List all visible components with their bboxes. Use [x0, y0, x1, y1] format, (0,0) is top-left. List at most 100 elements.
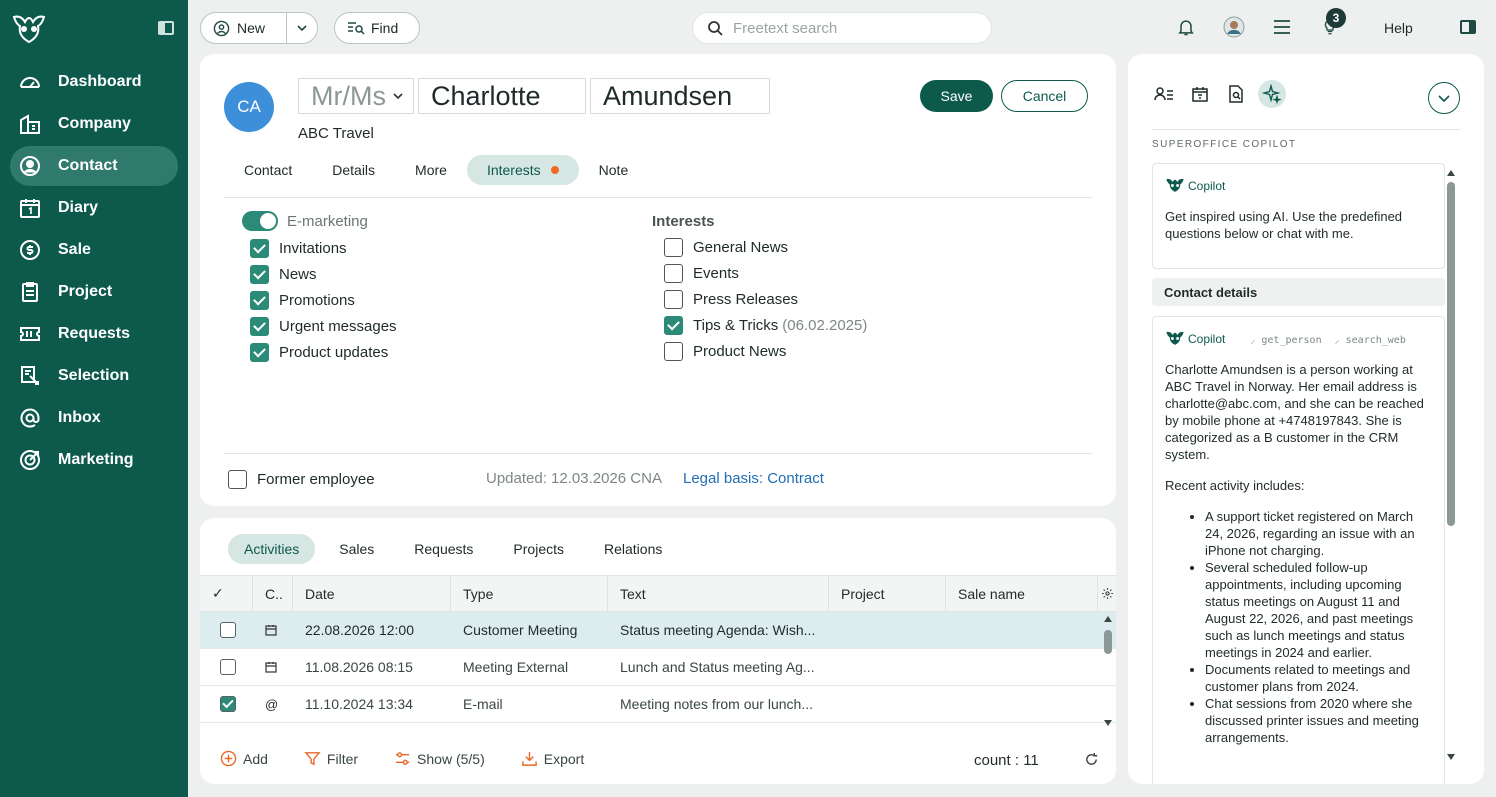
- tab-details[interactable]: Details: [312, 155, 395, 185]
- row-select[interactable]: [208, 649, 236, 685]
- table-row[interactable]: 22.08.2026 12:00 Customer Meeting Status…: [200, 612, 1116, 649]
- emarketing-toggle[interactable]: [242, 211, 278, 231]
- refresh-button[interactable]: [1084, 752, 1099, 770]
- column-settings[interactable]: [1098, 576, 1116, 611]
- sidebar-collapse-icon[interactable]: [158, 21, 174, 35]
- tab-sales[interactable]: Sales: [323, 534, 390, 564]
- contact-details-prompt[interactable]: Contact details: [1152, 278, 1445, 306]
- nav-item-inbox[interactable]: Inbox: [10, 398, 178, 438]
- nav-item-sale[interactable]: Sale: [10, 230, 178, 270]
- legal-basis-link[interactable]: Legal basis: Contract: [683, 470, 824, 487]
- nav-item-selection[interactable]: Selection: [10, 356, 178, 396]
- nav-item-marketing[interactable]: Marketing: [10, 440, 178, 480]
- checkbox[interactable]: [664, 289, 683, 309]
- freetext-search: [692, 12, 992, 44]
- nav-item-company[interactable]: Company: [10, 104, 178, 144]
- checkbox[interactable]: [220, 659, 236, 675]
- checkbox[interactable]: [250, 264, 269, 284]
- checkbox[interactable]: [664, 237, 683, 257]
- marketing-item[interactable]: Product updates: [250, 341, 388, 363]
- tab-projects[interactable]: Projects: [497, 534, 580, 564]
- tab-note[interactable]: Note: [579, 155, 649, 185]
- tab-requests[interactable]: Requests: [398, 534, 489, 564]
- tab-activities[interactable]: Activities: [228, 534, 316, 564]
- checkbox[interactable]: [250, 342, 269, 362]
- column-sale-name[interactable]: Sale name: [946, 576, 1098, 611]
- panel-tab-documents[interactable]: [1222, 80, 1250, 108]
- marketing-item[interactable]: News: [250, 263, 317, 285]
- interest-item[interactable]: Events: [664, 262, 739, 284]
- copilot-section-label: SUPEROFFICE COPILOT: [1152, 139, 1297, 150]
- marketing-item[interactable]: Invitations: [250, 237, 347, 259]
- interest-item[interactable]: Product News: [664, 340, 786, 362]
- checkbox[interactable]: [220, 622, 236, 638]
- export-button[interactable]: Export: [521, 750, 584, 767]
- nav-item-dashboard[interactable]: Dashboard: [10, 62, 178, 102]
- panel-tab-diary[interactable]: [1186, 80, 1214, 108]
- cancel-button[interactable]: Cancel: [1001, 80, 1088, 112]
- row-select[interactable]: [208, 686, 236, 722]
- find-button[interactable]: Find: [334, 12, 420, 44]
- help-link[interactable]: Help: [1384, 20, 1413, 36]
- table-footer: Add Filter Show (5/5) Export: [220, 750, 620, 767]
- column-type[interactable]: Type: [451, 576, 608, 611]
- add-button[interactable]: Add: [220, 750, 268, 767]
- updated-info: Updated: 12.03.2026 CNA: [486, 470, 662, 487]
- checkbox[interactable]: [664, 263, 683, 283]
- user-avatar[interactable]: [1223, 16, 1245, 38]
- nav-item-contact[interactable]: Contact: [10, 146, 178, 186]
- tab-relations[interactable]: Relations: [588, 534, 678, 564]
- list-item: A support ticket registered on March 24,…: [1205, 508, 1432, 559]
- nav-item-project[interactable]: Project: [10, 272, 178, 312]
- nav-item-diary[interactable]: Diary: [10, 188, 178, 228]
- table-row[interactable]: @ 11.10.2024 13:34 E-mail Meeting notes …: [200, 686, 1116, 723]
- marketing-item[interactable]: Promotions: [250, 289, 355, 311]
- checkbox[interactable]: [250, 290, 269, 310]
- panel-collapse-button[interactable]: [1428, 82, 1460, 114]
- column-date[interactable]: Date: [293, 576, 451, 611]
- interest-item[interactable]: Tips & Tricks (06.02.2025): [664, 314, 867, 336]
- tab-more[interactable]: More: [395, 155, 467, 185]
- save-button[interactable]: Save: [920, 80, 993, 112]
- copilot-scrollbar[interactable]: [1446, 168, 1456, 768]
- last-name-field[interactable]: Amundsen: [590, 78, 770, 114]
- interest-item[interactable]: General News: [664, 236, 788, 258]
- company-name[interactable]: ABC Travel: [298, 125, 374, 142]
- interest-item-label: Press Releases: [693, 290, 799, 308]
- interest-item[interactable]: Press Releases: [664, 288, 798, 310]
- row-select[interactable]: [208, 612, 236, 648]
- contact-avatar[interactable]: CA: [224, 82, 274, 132]
- new-dropdown-button[interactable]: [287, 22, 317, 34]
- former-employee[interactable]: Former employee: [228, 468, 375, 490]
- checkbox[interactable]: [664, 315, 683, 335]
- select-all-column[interactable]: ✓: [200, 576, 253, 611]
- row-date: 11.10.2024 13:34: [305, 696, 413, 712]
- search-input[interactable]: [733, 19, 973, 37]
- new-button[interactable]: New: [201, 13, 287, 43]
- filter-button[interactable]: Filter: [304, 750, 358, 767]
- superoffice-logo[interactable]: [12, 14, 46, 44]
- checkbox[interactable]: [664, 341, 683, 361]
- checkbox[interactable]: [220, 696, 236, 712]
- checkbox[interactable]: [250, 316, 269, 336]
- tab-interests[interactable]: Interests: [466, 155, 579, 185]
- checkbox[interactable]: [228, 469, 247, 489]
- panel-tab-contact[interactable]: [1150, 80, 1178, 108]
- nav-item-requests[interactable]: Requests: [10, 314, 178, 354]
- marketing-item[interactable]: Urgent messages: [250, 315, 397, 337]
- column-text[interactable]: Text: [608, 576, 829, 611]
- main-menu-button[interactable]: [1271, 16, 1293, 38]
- salutation-select[interactable]: Mr/Ms: [298, 78, 414, 114]
- notifications-button[interactable]: [1175, 16, 1197, 38]
- checkbox[interactable]: [250, 238, 269, 258]
- tab-contact[interactable]: Contact: [224, 155, 312, 185]
- activity-tabs: Activities Sales Requests Projects Relat…: [228, 534, 686, 564]
- first-name-field[interactable]: Charlotte: [418, 78, 586, 114]
- side-panel-toggle-icon[interactable]: [1460, 20, 1476, 34]
- column-project[interactable]: Project: [829, 576, 946, 611]
- column-c[interactable]: C..: [253, 576, 293, 611]
- table-row[interactable]: 11.08.2026 08:15 Meeting External Lunch …: [200, 649, 1116, 686]
- table-scrollbar[interactable]: [1102, 612, 1114, 732]
- panel-tab-copilot[interactable]: [1258, 80, 1286, 108]
- show-columns-button[interactable]: Show (5/5): [394, 750, 485, 767]
